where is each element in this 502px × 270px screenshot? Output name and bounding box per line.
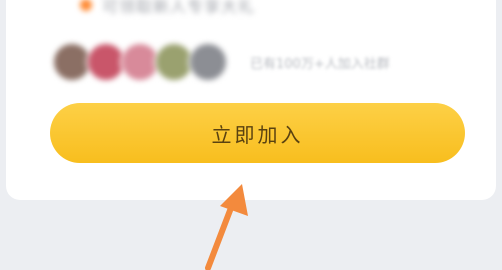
join-now-button[interactable]: 立即加入	[50, 103, 465, 163]
join-now-label: 立即加入	[211, 122, 304, 147]
member-row: 已有100万+人加入社群	[52, 42, 390, 82]
avatar	[188, 42, 228, 82]
benefit-line: 可领取新人专享大礼	[80, 0, 256, 16]
bullet-dot-icon	[80, 0, 92, 11]
benefit-text: 可领取新人专享大礼	[102, 0, 256, 16]
joined-count-text: 已有100万+人加入社群	[250, 56, 390, 72]
arrow-up-icon	[205, 184, 248, 270]
avatar-group	[52, 42, 228, 82]
community-card: 可领取新人专享大礼 已有100万+人加入社群 立即加入	[6, 0, 496, 200]
